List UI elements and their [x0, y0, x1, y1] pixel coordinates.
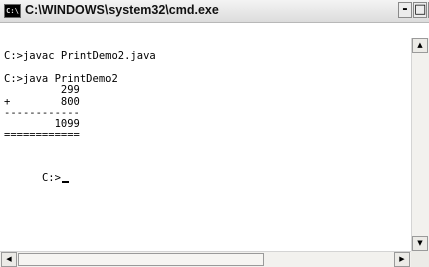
prompt-text: C:>: [41, 172, 61, 184]
scroll-left-icon[interactable]: ◀: [1, 252, 17, 267]
minimize-button[interactable]: -: [398, 2, 412, 18]
window-title: C:\WINDOWS\system32\cmd.exe: [25, 3, 219, 17]
scroll-down-icon[interactable]: ▼: [412, 236, 428, 251]
scroll-right-icon[interactable]: ▶: [394, 252, 410, 267]
prompt-line: C:>: [4, 160, 69, 196]
console-output[interactable]: C:>javac PrintDemo2.java C:>java PrintDe…: [0, 23, 410, 251]
console-app-icon[interactable]: C:\: [4, 4, 21, 18]
horizontal-scroll-thumb[interactable]: [18, 253, 264, 266]
console-line: 299: [4, 84, 80, 96]
console-line: C:>javac PrintDemo2.java: [4, 50, 156, 62]
vertical-scrollbar[interactable]: ▲ ▼: [411, 38, 429, 251]
console-line: ============: [4, 129, 80, 141]
title-bar[interactable]: C:\ C:\WINDOWS\system32\cmd.exe - □ ×: [0, 0, 429, 23]
horizontal-scrollbar[interactable]: ◀ ▶: [0, 251, 411, 267]
maximize-button[interactable]: □: [413, 2, 427, 18]
text-cursor: [61, 181, 69, 183]
scroll-up-icon[interactable]: ▲: [412, 38, 428, 53]
cmd-window: C:\ C:\WINDOWS\system32\cmd.exe - □ × C:…: [0, 0, 429, 267]
resize-corner[interactable]: [411, 251, 429, 267]
